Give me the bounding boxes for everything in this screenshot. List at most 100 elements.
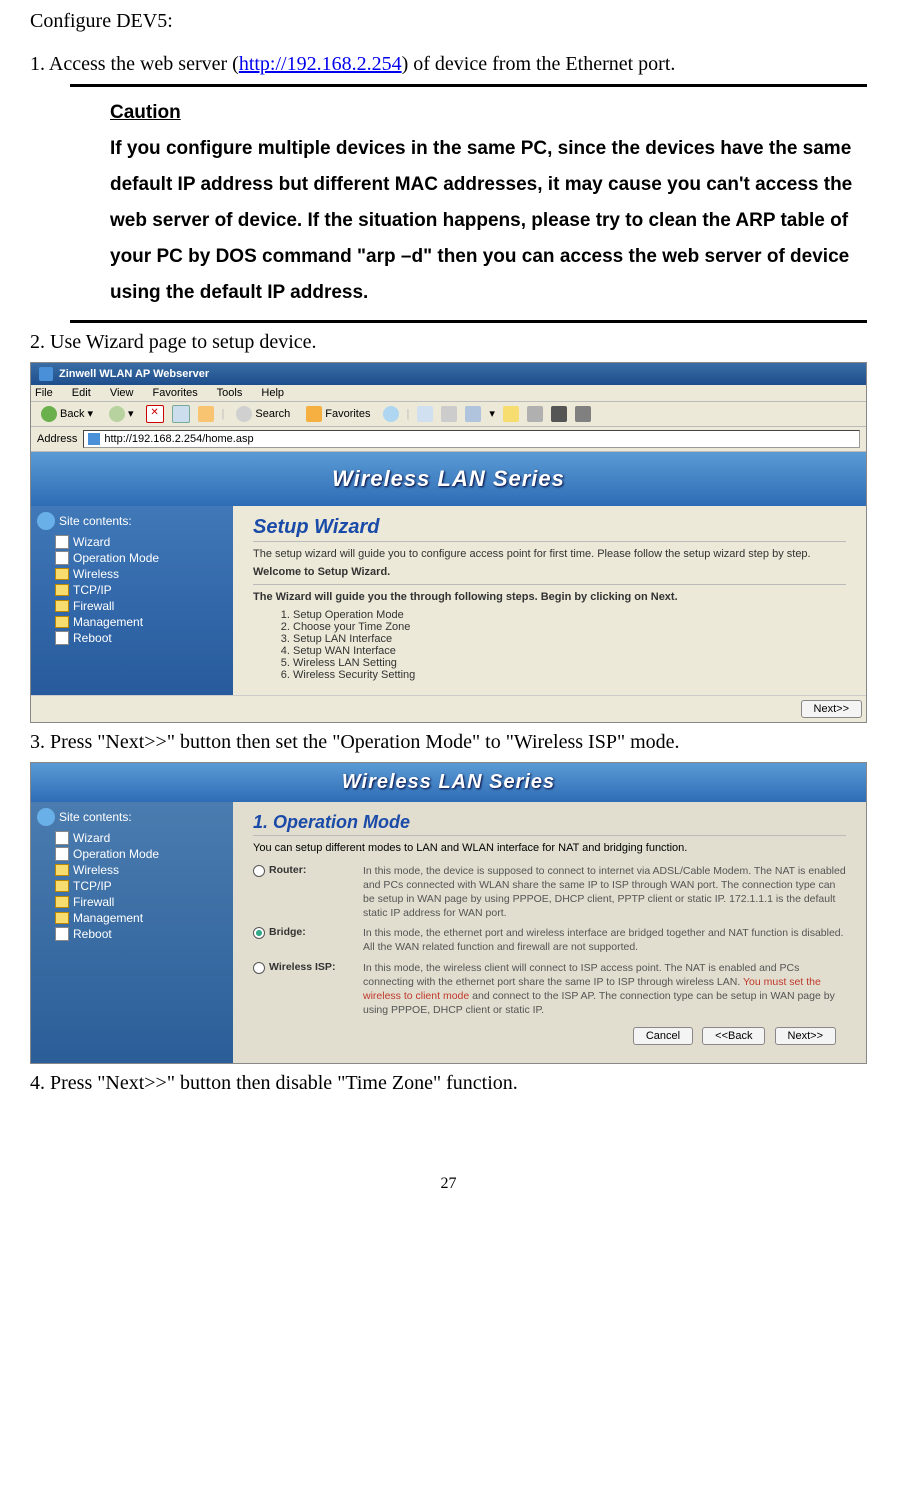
sidebar-item-reboot[interactable]: Reboot — [37, 926, 227, 942]
sidebar-title: Site contents: — [59, 514, 132, 528]
sidebar-item-label: Reboot — [73, 631, 112, 645]
menubar: File Edit View Favorites Tools Help — [31, 385, 866, 402]
discuss-icon[interactable] — [575, 406, 591, 422]
menu-help[interactable]: Help — [261, 387, 284, 399]
step1-post: ) of device from the Ethernet port. — [402, 53, 676, 75]
wrench-icon[interactable] — [527, 406, 543, 422]
sidebar-2: Site contents: Wizard Operation Mode Wir… — [31, 802, 233, 1064]
back-label: Back — [60, 408, 84, 420]
globe-icon — [37, 808, 55, 826]
web-server-link[interactable]: http://192.168.2.254 — [239, 53, 402, 75]
document-icon — [55, 535, 69, 549]
sidebar-item-management[interactable]: Management — [37, 910, 227, 926]
menu-edit[interactable]: Edit — [72, 387, 91, 399]
sidebar-item-label: Wizard — [73, 535, 110, 549]
section-title: Configure DEV5: — [30, 10, 867, 33]
folder-icon[interactable] — [503, 406, 519, 422]
stop-icon[interactable]: ✕ — [146, 405, 164, 423]
sidebar-item-operation-mode[interactable]: Operation Mode — [37, 550, 227, 566]
sidebar-item-wireless[interactable]: Wireless — [37, 566, 227, 582]
sidebar-item-reboot[interactable]: Reboot — [37, 630, 227, 646]
step-2: 2. Use Wizard page to setup device. — [30, 331, 867, 354]
folder-icon — [55, 912, 69, 924]
bridge-label: Bridge: — [269, 926, 306, 938]
sidebar-item-wireless[interactable]: Wireless — [37, 862, 227, 878]
sidebar-item-label: TCP/IP — [73, 583, 112, 597]
sidebar-item-firewall[interactable]: Firewall — [37, 894, 227, 910]
caution-text: If you configure multiple devices in the… — [110, 131, 867, 311]
next-button-2[interactable]: Next>> — [775, 1027, 836, 1045]
mode-panel: 1. Operation Mode You can setup differen… — [233, 802, 866, 1064]
bridge-description: In this mode, the ethernet port and wire… — [363, 926, 846, 954]
address-input[interactable]: http://192.168.2.254/home.asp — [83, 430, 860, 448]
document-icon — [55, 551, 69, 565]
radio-bridge[interactable]: Bridge: — [253, 926, 363, 954]
sidebar-item-wizard[interactable]: Wizard — [37, 534, 227, 550]
wizard-step: Setup Operation Mode — [293, 609, 846, 621]
sidebar-item-operation-mode[interactable]: Operation Mode — [37, 846, 227, 862]
menu-favorites[interactable]: Favorites — [153, 387, 198, 399]
document-icon — [55, 847, 69, 861]
sidebar-header: Site contents: — [37, 808, 227, 826]
edit-icon[interactable] — [465, 406, 481, 422]
history-icon[interactable] — [383, 406, 399, 422]
wizard-step: Setup WAN Interface — [293, 645, 846, 657]
search-button[interactable]: Search — [232, 405, 294, 423]
mail-icon[interactable] — [417, 406, 433, 422]
button-row: Next>> — [31, 695, 866, 722]
address-label: Address — [37, 433, 77, 445]
page-icon — [88, 433, 100, 445]
radio-wireless-isp[interactable]: Wireless ISP: — [253, 961, 363, 1018]
step1-pre: 1. Access the web server ( — [30, 53, 239, 75]
folder-icon — [55, 568, 69, 580]
wizard-title: Setup Wizard — [253, 516, 846, 539]
step-1: 1. Access the web server (http://192.168… — [30, 53, 867, 76]
sidebar-item-label: Management — [73, 615, 143, 629]
menu-tools[interactable]: Tools — [217, 387, 243, 399]
sidebar-item-firewall[interactable]: Firewall — [37, 598, 227, 614]
home-icon[interactable] — [198, 406, 214, 422]
search-label: Search — [255, 408, 290, 420]
radio-icon-selected — [253, 927, 265, 939]
favorites-button[interactable]: Favorites — [302, 405, 374, 423]
wisp-text-1: In this mode, the wireless client will c… — [363, 962, 799, 988]
router-description: In this mode, the device is supposed to … — [363, 864, 846, 921]
wizard-step: Wireless Security Setting — [293, 669, 846, 681]
folder-icon — [55, 880, 69, 892]
wizard-step: Choose your Time Zone — [293, 621, 846, 633]
print-icon[interactable] — [441, 406, 457, 422]
sidebar: Site contents: Wizard Operation Mode Wir… — [31, 506, 233, 695]
menu-file[interactable]: File — [35, 387, 53, 399]
back-button-wizard[interactable]: <<Back — [702, 1027, 765, 1045]
wizard-step: Wireless LAN Setting — [293, 657, 846, 669]
document-icon — [55, 927, 69, 941]
wls-banner-2: Wireless LAN Series — [31, 763, 866, 802]
sidebar-item-management[interactable]: Management — [37, 614, 227, 630]
sidebar-item-label: Reboot — [73, 927, 112, 941]
radio-router[interactable]: Router: — [253, 864, 363, 921]
wizard-step: Setup LAN Interface — [293, 633, 846, 645]
refresh-icon[interactable] — [172, 405, 190, 423]
radio-icon — [253, 962, 265, 974]
caution-label: Caution — [110, 95, 867, 131]
favorites-label: Favorites — [325, 408, 370, 420]
sidebar-item-wizard[interactable]: Wizard — [37, 830, 227, 846]
screenshot-wizard: Zinwell WLAN AP Webserver File Edit View… — [30, 362, 867, 723]
wls-banner: Wireless LAN Series — [31, 452, 866, 506]
menu-view[interactable]: View — [110, 387, 134, 399]
document-icon — [55, 631, 69, 645]
wisp-label: Wireless ISP: — [269, 961, 335, 973]
caution-box: Caution If you configure multiple device… — [70, 84, 867, 323]
sidebar-item-label: Management — [73, 911, 143, 925]
forward-button[interactable]: ▾ — [105, 405, 138, 423]
sidebar-item-tcpip[interactable]: TCP/IP — [37, 582, 227, 598]
next-button[interactable]: Next>> — [801, 700, 862, 718]
back-button[interactable]: Back ▾ — [37, 405, 97, 423]
paw-icon[interactable] — [551, 406, 567, 422]
cancel-button[interactable]: Cancel — [633, 1027, 693, 1045]
sidebar-item-tcpip[interactable]: TCP/IP — [37, 878, 227, 894]
folder-icon — [55, 896, 69, 908]
sidebar-item-label: Firewall — [73, 599, 114, 613]
sidebar-header: Site contents: — [37, 512, 227, 530]
back-icon — [41, 406, 57, 422]
